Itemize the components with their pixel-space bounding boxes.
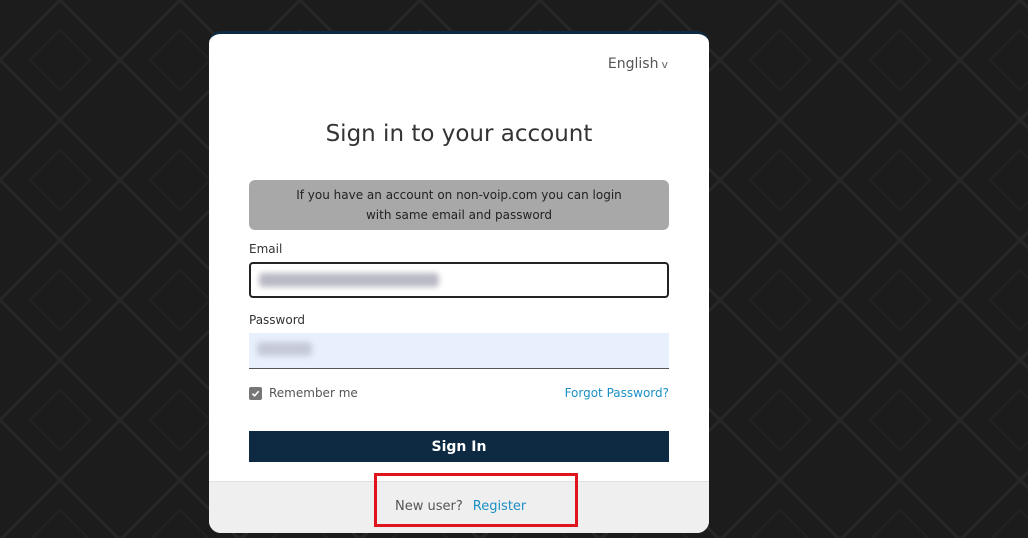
page-title: Sign in to your account (325, 121, 593, 147)
email-field[interactable] (249, 262, 669, 298)
remember-checkbox[interactable] (249, 386, 262, 400)
login-notice: If you have an account on non-voip.com y… (249, 180, 669, 230)
email-value-redacted (259, 273, 439, 287)
language-selector[interactable]: English v (608, 56, 668, 72)
login-card: English v Sign in to your account If you … (209, 31, 709, 533)
password-label: Password (249, 313, 306, 327)
annotation-highlight-box (374, 473, 578, 527)
forgot-password-link[interactable]: Forgot Password? (565, 386, 669, 400)
language-label: English (607, 56, 659, 72)
notice-line-1: If you have an account on non-voip.com y… (296, 188, 622, 202)
remember-label: Remember me (269, 386, 358, 400)
sign-in-button[interactable]: Sign In (249, 431, 669, 462)
chevron-down-icon: v (661, 58, 668, 71)
remember-me[interactable]: Remember me (249, 386, 358, 400)
password-value-redacted (257, 342, 312, 356)
checkmark-icon (251, 390, 260, 397)
password-field[interactable] (249, 333, 669, 369)
notice-line-2: with same email and password (365, 208, 553, 222)
email-label: Email (249, 242, 283, 256)
